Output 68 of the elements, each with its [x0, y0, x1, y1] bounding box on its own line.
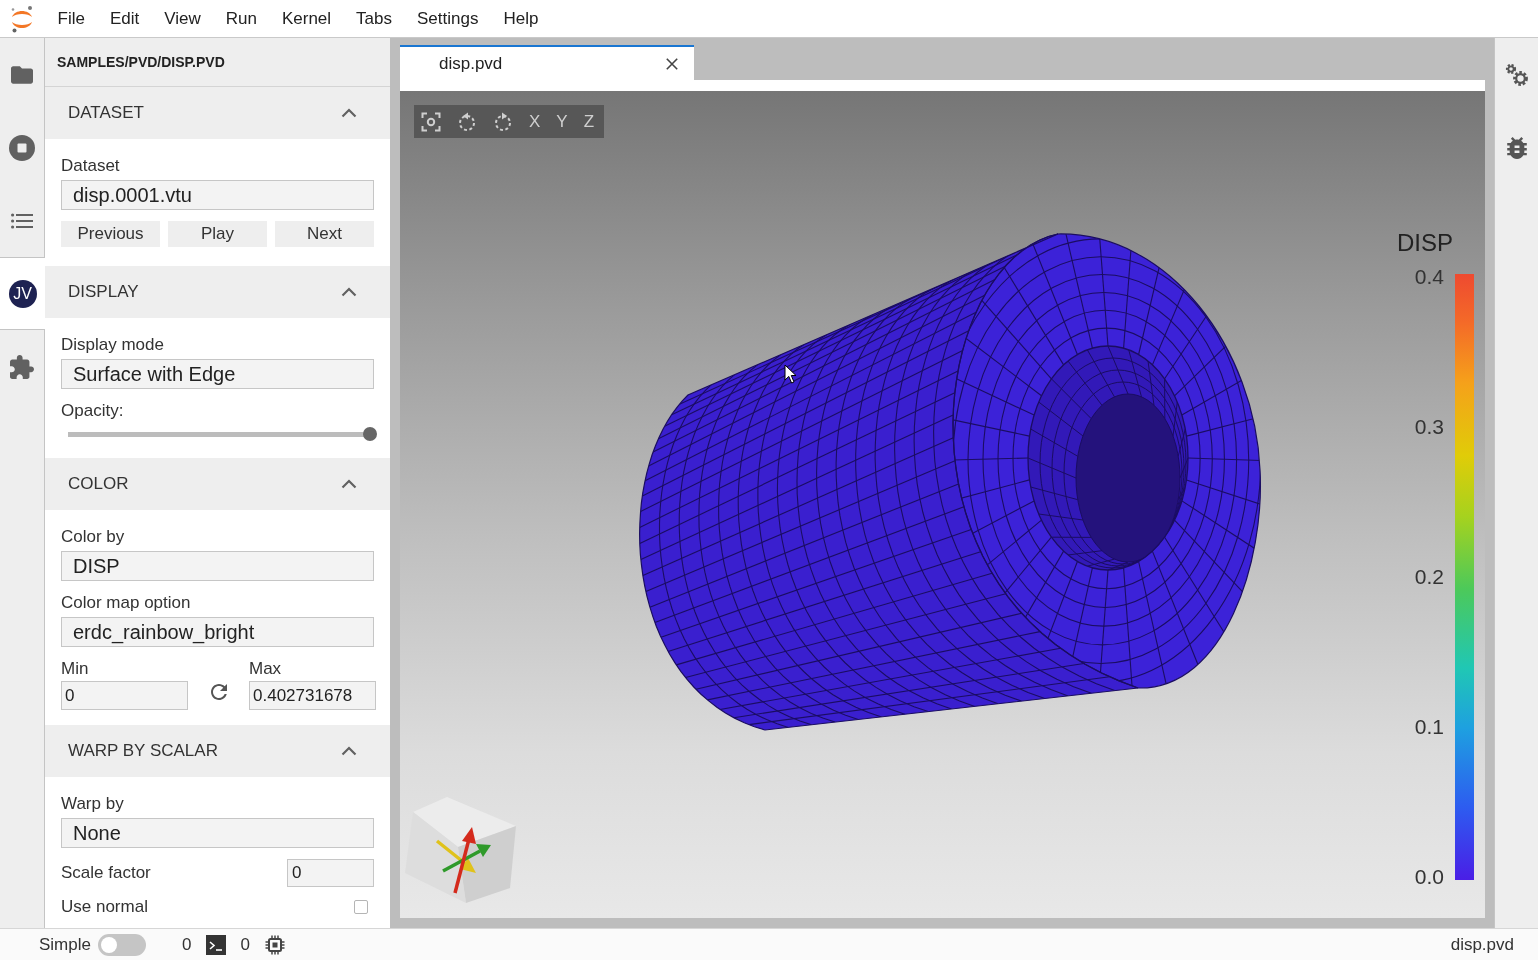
- menu-item[interactable]: View: [151, 0, 214, 37]
- status-file-name: disp.pvd: [1450, 934, 1514, 955]
- axis-view-button[interactable]: Y: [556, 111, 568, 132]
- logo-icon: [10, 4, 34, 33]
- status-count: 0: [240, 934, 250, 955]
- number-field[interactable]: 0.402731678: [249, 681, 376, 710]
- section-header[interactable]: WARP BY SCALAR: [45, 725, 390, 777]
- menu-item[interactable]: Settings: [404, 0, 491, 37]
- menu-item[interactable]: Kernel: [269, 0, 344, 37]
- refresh-icon[interactable]: [210, 683, 227, 700]
- rotate-left-icon[interactable]: [457, 111, 477, 132]
- field-label: Color by: [61, 526, 126, 548]
- mouse-cursor-icon: [784, 364, 797, 384]
- select-field[interactable]: DISP: [61, 551, 374, 581]
- field-label: Scale factor: [61, 862, 151, 884]
- section-header[interactable]: DISPLAY: [45, 266, 390, 318]
- select-field[interactable]: erdc_rainbow_bright: [61, 617, 374, 647]
- stop-circle-icon: [9, 134, 35, 161]
- editor-tab[interactable]: disp.pvd: [400, 45, 694, 80]
- field-label: Warp by: [61, 793, 125, 815]
- field-label: Dataset: [61, 155, 121, 177]
- sidebar-tab[interactable]: JV: [0, 257, 45, 330]
- field-label: Color map option: [61, 592, 192, 614]
- field-label: Min: [61, 658, 90, 680]
- close-icon[interactable]: [666, 57, 678, 70]
- slider-thumb[interactable]: [363, 427, 377, 441]
- select-field[interactable]: Surface with Edge: [61, 359, 374, 389]
- previous-button[interactable]: Previous: [61, 221, 160, 247]
- folder-icon: [11, 65, 33, 84]
- focus-frame-icon[interactable]: [421, 111, 441, 132]
- legend-title: DISP: [1397, 229, 1453, 257]
- toggle-switch[interactable]: [97, 933, 146, 956]
- menu-item[interactable]: Run: [213, 0, 270, 37]
- select-field[interactable]: disp.0001.vtu: [61, 180, 374, 210]
- menu-item[interactable]: Help: [490, 0, 551, 37]
- menu-item[interactable]: File: [45, 0, 98, 37]
- play-button[interactable]: Play: [168, 221, 267, 247]
- rotate-right-icon[interactable]: [493, 111, 513, 132]
- legend-tick-label: 0.0: [1414, 865, 1444, 889]
- mode-label: Simple: [39, 934, 91, 955]
- legend-tick-label: 0.2: [1414, 565, 1444, 589]
- number-field[interactable]: 0: [287, 859, 374, 887]
- gears-icon[interactable]: [1504, 62, 1529, 87]
- axis-view-button[interactable]: Z: [583, 111, 595, 132]
- section-header[interactable]: COLOR: [45, 458, 390, 510]
- section-header[interactable]: DATASET: [45, 87, 390, 139]
- select-field[interactable]: None: [61, 818, 374, 848]
- menu-item[interactable]: Tabs: [343, 0, 405, 37]
- menu-item[interactable]: Edit: [97, 0, 152, 37]
- bug-icon[interactable]: [1506, 136, 1527, 159]
- field-label: Opacity:: [61, 400, 125, 422]
- legend-tick-label: 0.3: [1414, 415, 1444, 439]
- field-label: Display mode: [61, 334, 165, 356]
- next-button[interactable]: Next: [275, 221, 374, 247]
- status-count: 0: [181, 934, 192, 955]
- list-icon: [11, 212, 33, 229]
- terminal-icon[interactable]: [206, 934, 227, 955]
- axis-view-button[interactable]: X: [529, 111, 541, 132]
- number-field[interactable]: 0: [61, 681, 188, 710]
- puzzle-piece-icon: [10, 354, 34, 379]
- legend-tick-label: 0.1: [1414, 715, 1444, 739]
- legend-tick-label: 0.4: [1414, 265, 1444, 289]
- checkbox[interactable]: [354, 900, 368, 914]
- field-label: Max: [249, 658, 283, 680]
- user-avatar: JV: [8, 279, 37, 308]
- chip-icon[interactable]: [264, 934, 285, 955]
- file-path: SAMPLES/PVD/DISP.PVD: [57, 54, 225, 70]
- field-label: Use normal: [61, 896, 148, 918]
